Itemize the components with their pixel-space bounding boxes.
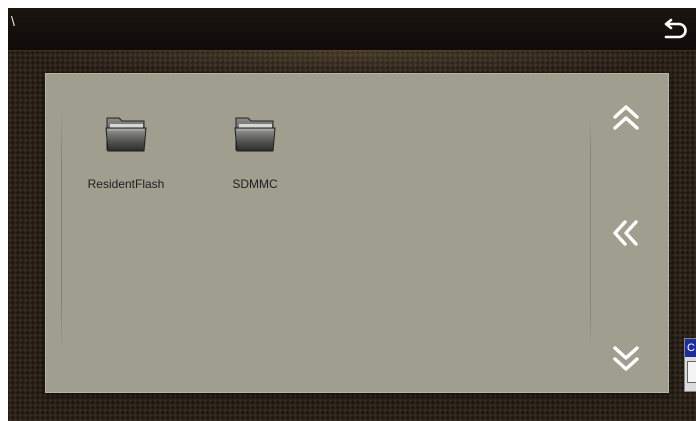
top-bar: \ xyxy=(8,8,696,51)
double-chevron-up-icon xyxy=(613,105,639,130)
side-window-fragment[interactable]: C xyxy=(684,338,696,392)
return-arrow-icon xyxy=(664,18,687,39)
panel-divider-left xyxy=(61,111,62,351)
folder-icon xyxy=(234,117,276,152)
page-up-button[interactable] xyxy=(608,101,644,137)
side-window-title: C xyxy=(685,339,696,357)
file-item-sdmmc[interactable]: SDMMC xyxy=(200,73,310,191)
page-down-button[interactable] xyxy=(608,339,644,375)
side-window-checkbox[interactable] xyxy=(687,361,696,383)
file-label: SDMMC xyxy=(232,177,278,191)
file-browser-screen: \ ResidentFlash SDMMC xyxy=(8,8,696,421)
back-button[interactable] xyxy=(660,18,690,42)
file-item-residentflash[interactable]: ResidentFlash xyxy=(71,73,181,191)
panel-divider-right xyxy=(590,111,591,351)
file-label: ResidentFlash xyxy=(87,177,165,191)
current-path: \ xyxy=(11,13,15,29)
file-list-panel: ResidentFlash SDMMC xyxy=(45,73,669,393)
parent-folder-button[interactable] xyxy=(608,215,644,251)
folder-icon xyxy=(105,117,147,152)
double-chevron-down-icon xyxy=(613,346,639,371)
double-chevron-left-icon xyxy=(613,220,638,246)
